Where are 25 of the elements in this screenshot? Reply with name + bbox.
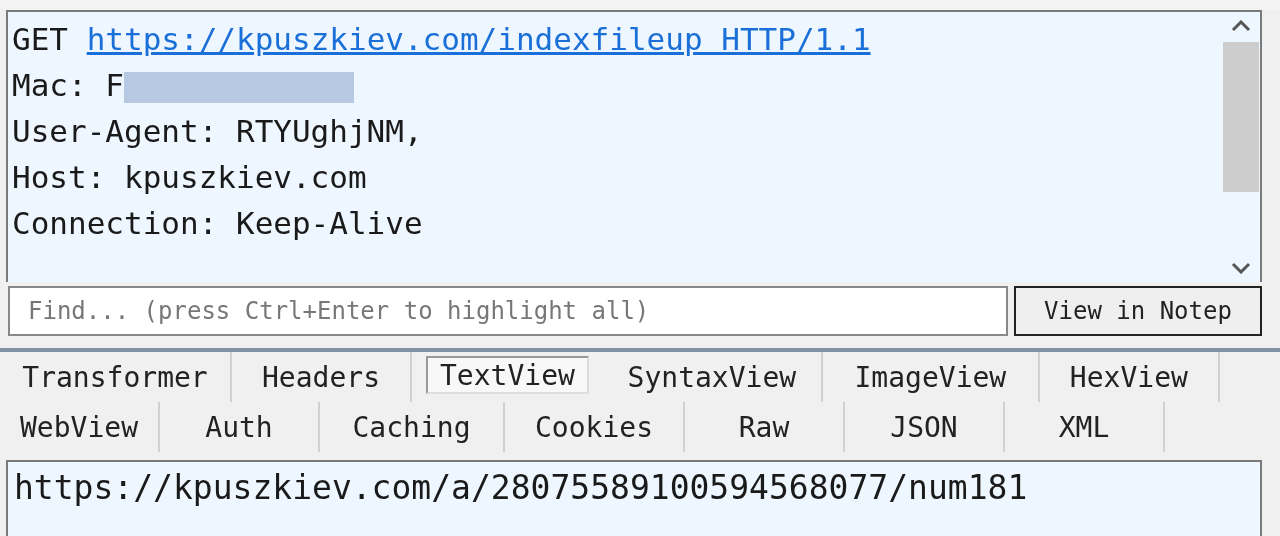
tab[interactable]: TextView xyxy=(426,356,589,394)
header-line: Host: kpuszkiev.com xyxy=(12,159,367,195)
tab[interactable]: ImageView xyxy=(822,352,1040,402)
tab[interactable]: XML xyxy=(1005,402,1165,452)
tab[interactable]: Raw xyxy=(685,402,845,452)
scroll-down-icon[interactable] xyxy=(1231,262,1251,274)
tab[interactable]: Cookies xyxy=(505,402,685,452)
tab[interactable]: Caching xyxy=(320,402,505,452)
header-line: User-Agent: RTYUghjNM, xyxy=(12,113,423,149)
scroll-up-icon[interactable] xyxy=(1231,20,1251,32)
tab[interactable]: Auth xyxy=(160,402,320,452)
tab[interactable]: WebView xyxy=(0,402,160,452)
view-in-notepad-button[interactable]: View in Notep xyxy=(1014,286,1262,336)
tab[interactable]: Transformer xyxy=(0,352,232,402)
tab[interactable]: Headers xyxy=(232,352,412,402)
response-text: https://kpuszkiev.com/a/28075589100594568077/num181 xyxy=(6,460,1262,536)
header-line: Mac: F xyxy=(12,67,124,103)
tab[interactable]: SyntaxView xyxy=(602,352,823,402)
tab[interactable]: HexView xyxy=(1039,352,1220,402)
request-url-link[interactable]: https://kpuszkiev.com/indexfileup HTTP/1.1 xyxy=(86,21,871,57)
request-method: GET xyxy=(12,21,68,57)
scrollbar-thumb[interactable] xyxy=(1223,42,1259,192)
tab[interactable]: JSON xyxy=(845,402,1005,452)
header-line: Connection: Keep-Alive xyxy=(12,205,423,241)
find-field[interactable]: Find... (press Ctrl+Enter to highlight all) xyxy=(8,286,1008,336)
